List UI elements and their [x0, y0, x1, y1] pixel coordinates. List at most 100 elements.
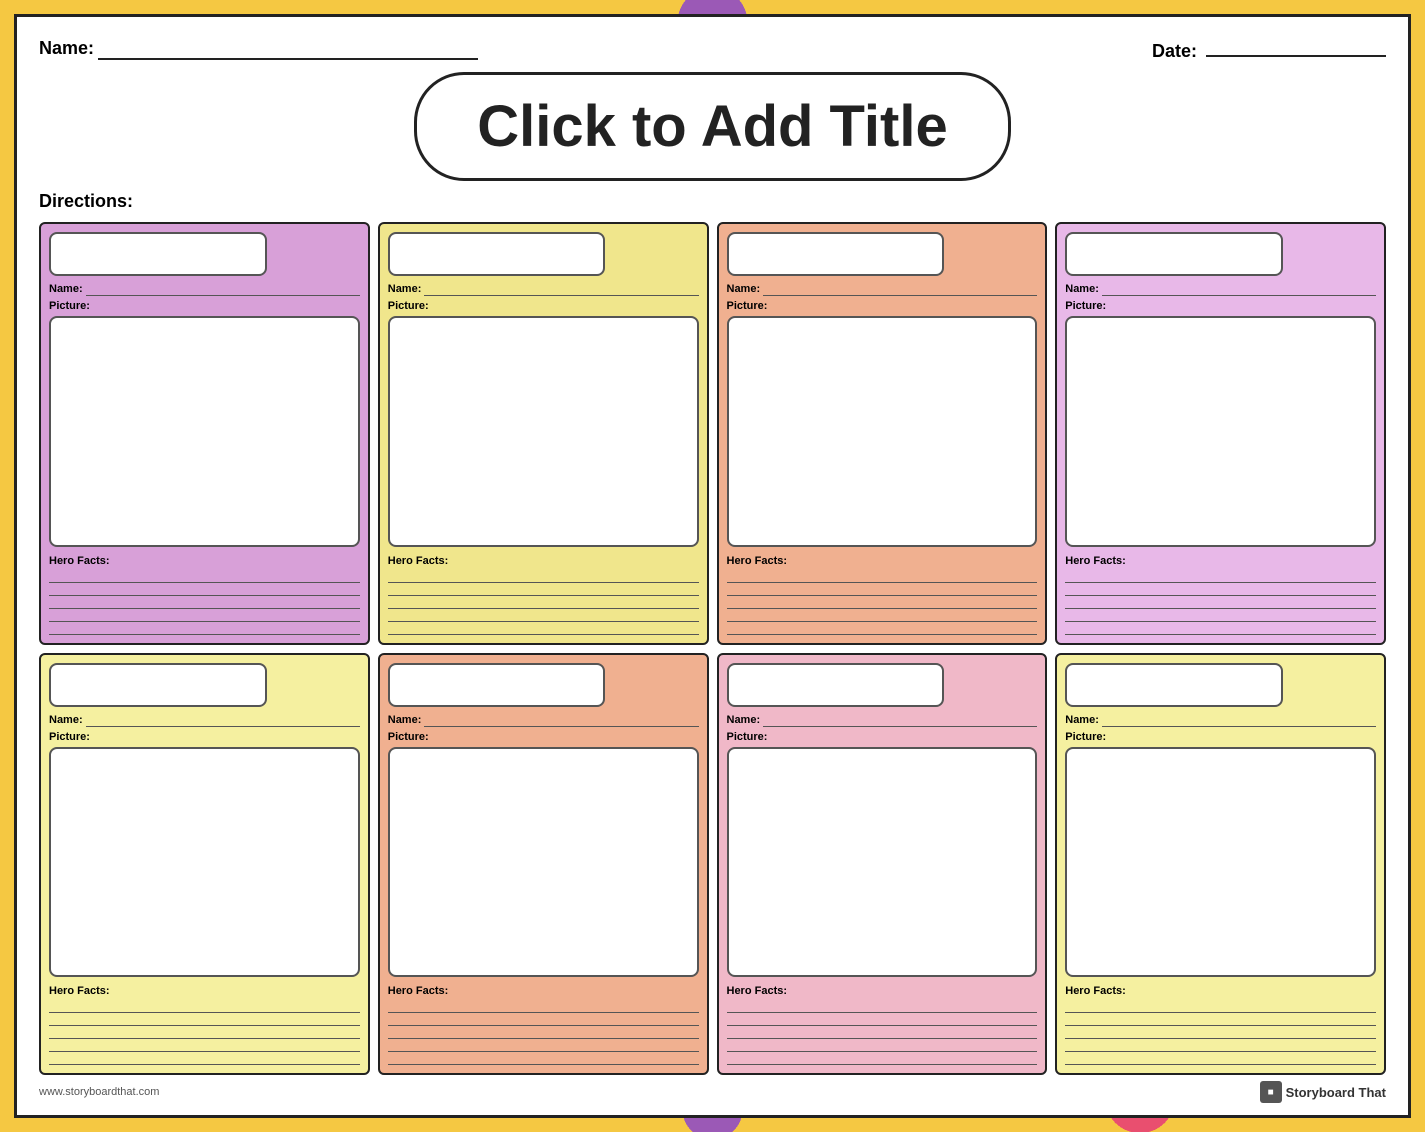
- card-6-line-3: [388, 1031, 699, 1039]
- directions-label: Directions:: [39, 191, 133, 211]
- card-3-lines: [727, 575, 1038, 635]
- card-3-line-3: [727, 601, 1038, 609]
- card-1-line-1: [49, 575, 360, 583]
- card-6: Name: Picture: Hero Facts:: [378, 653, 709, 1076]
- card-1-line-2: [49, 588, 360, 596]
- name-underline[interactable]: [98, 38, 478, 60]
- card-1-line-3: [49, 601, 360, 609]
- card-1-name-row: Name:: [49, 282, 360, 296]
- card-5-hero-label: Hero Facts:: [49, 985, 360, 997]
- card-4-line-5: [1065, 627, 1376, 635]
- brand-icon: ■: [1260, 1081, 1282, 1103]
- card-6-line-4: [388, 1044, 699, 1052]
- date-underline[interactable]: [1206, 35, 1386, 57]
- header-row: Name: Date:: [39, 35, 1386, 62]
- website-text: www.storyboardthat.com: [39, 1086, 159, 1098]
- card-8-line-1: [1065, 1005, 1376, 1013]
- card-7-picture-label: Picture:: [727, 731, 1038, 743]
- card-3: Name: Picture: Hero Facts:: [717, 222, 1048, 645]
- card-8-name-row: Name:: [1065, 713, 1376, 727]
- card-3-line-4: [727, 614, 1038, 622]
- card-8-line-4: [1065, 1044, 1376, 1052]
- card-2-picture-label: Picture:: [388, 300, 699, 312]
- card-3-line-5: [727, 627, 1038, 635]
- card-2-lines: [388, 575, 699, 635]
- card-1-line-5: [49, 627, 360, 635]
- card-8-picture-box: [1065, 747, 1376, 978]
- card-4-hero-label: Hero Facts:: [1065, 555, 1376, 567]
- card-1-name-label: Name:: [49, 283, 83, 295]
- date-label: Date:: [1152, 41, 1197, 61]
- card-1-name-underline[interactable]: [86, 282, 360, 296]
- card-1-lines: [49, 575, 360, 635]
- card-8-name-label: Name:: [1065, 714, 1099, 726]
- card-7-line-3: [727, 1031, 1038, 1039]
- card-7-name-row: Name:: [727, 713, 1038, 727]
- card-2-name-label: Name:: [388, 283, 422, 295]
- title-box[interactable]: Click to Add Title: [414, 72, 1011, 181]
- card-4-name-row: Name:: [1065, 282, 1376, 296]
- card-5-line-4: [49, 1044, 360, 1052]
- card-5-line-2: [49, 1018, 360, 1026]
- card-8-name-underline[interactable]: [1102, 713, 1376, 727]
- card-6-picture-box: [388, 747, 699, 978]
- card-6-name-row: Name:: [388, 713, 699, 727]
- card-2-name-underline[interactable]: [424, 282, 698, 296]
- card-3-line-1: [727, 575, 1038, 583]
- card-4-picture-box: [1065, 316, 1376, 547]
- card-8-small-box: [1065, 663, 1283, 707]
- card-5-picture-box: [49, 747, 360, 978]
- card-2-line-1: [388, 575, 699, 583]
- card-8-line-5: [1065, 1057, 1376, 1065]
- card-6-hero-label: Hero Facts:: [388, 985, 699, 997]
- card-6-line-1: [388, 1005, 699, 1013]
- brand-logo: ■ Storyboard That: [1260, 1081, 1386, 1103]
- card-4-name-label: Name:: [1065, 283, 1099, 295]
- card-4-lines: [1065, 575, 1376, 635]
- card-5: Name: Picture: Hero Facts:: [39, 653, 370, 1076]
- card-6-lines: [388, 1005, 699, 1065]
- card-8-line-2: [1065, 1018, 1376, 1026]
- title-area: Click to Add Title: [39, 72, 1386, 181]
- card-7-small-box: [727, 663, 945, 707]
- brand-name: Storyboard That: [1286, 1085, 1386, 1100]
- card-8-picture-label: Picture:: [1065, 731, 1376, 743]
- card-6-line-5: [388, 1057, 699, 1065]
- card-2-line-5: [388, 627, 699, 635]
- inner-page: Name: Date: Click to Add Title Direction…: [14, 14, 1411, 1118]
- card-4-small-box: [1065, 232, 1283, 276]
- card-4-line-2: [1065, 588, 1376, 596]
- card-7-line-4: [727, 1044, 1038, 1052]
- card-1-picture-label: Picture:: [49, 300, 360, 312]
- directions-row: Directions:: [39, 191, 1386, 212]
- card-8: Name: Picture: Hero Facts:: [1055, 653, 1386, 1076]
- card-4: Name: Picture: Hero Facts:: [1055, 222, 1386, 645]
- card-7-line-1: [727, 1005, 1038, 1013]
- card-3-name-underline[interactable]: [763, 282, 1037, 296]
- card-8-line-3: [1065, 1031, 1376, 1039]
- card-8-lines: [1065, 1005, 1376, 1065]
- card-5-name-underline[interactable]: [86, 713, 360, 727]
- card-1-picture-box: [49, 316, 360, 547]
- card-7-hero-label: Hero Facts:: [727, 985, 1038, 997]
- card-5-name-row: Name:: [49, 713, 360, 727]
- card-3-picture-box: [727, 316, 1038, 547]
- cards-grid: Name: Picture: Hero Facts: Name:: [39, 222, 1386, 1075]
- card-4-name-underline[interactable]: [1102, 282, 1376, 296]
- card-2-line-4: [388, 614, 699, 622]
- card-5-lines: [49, 1005, 360, 1065]
- footer: www.storyboardthat.com ■ Storyboard That: [39, 1081, 1386, 1103]
- card-5-line-1: [49, 1005, 360, 1013]
- card-6-name-label: Name:: [388, 714, 422, 726]
- card-5-picture-label: Picture:: [49, 731, 360, 743]
- card-4-line-1: [1065, 575, 1376, 583]
- card-1: Name: Picture: Hero Facts:: [39, 222, 370, 645]
- card-1-line-4: [49, 614, 360, 622]
- card-6-name-underline[interactable]: [424, 713, 698, 727]
- card-3-name-label: Name:: [727, 283, 761, 295]
- card-7-name-underline[interactable]: [763, 713, 1037, 727]
- name-label: Name:: [39, 38, 94, 59]
- card-2-small-box: [388, 232, 606, 276]
- card-3-small-box: [727, 232, 945, 276]
- card-3-line-2: [727, 588, 1038, 596]
